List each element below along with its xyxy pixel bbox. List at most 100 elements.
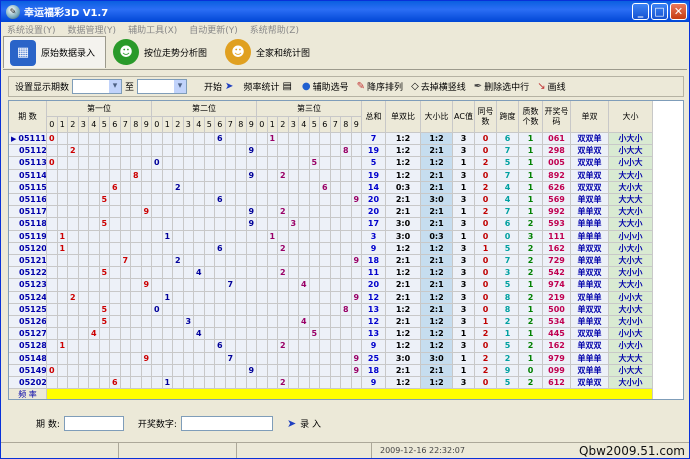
tab-data-entry[interactable]: ▦ 原始数据录入 <box>3 36 107 68</box>
period-to-select[interactable] <box>137 79 188 94</box>
menu-aux-tools[interactable]: 辅助工具(X) <box>122 22 183 36</box>
period-from-select[interactable] <box>72 79 123 94</box>
menu-auto-update[interactable]: 自动更新(Y) <box>183 22 244 36</box>
digit-cell <box>225 340 236 353</box>
digit-cell <box>99 255 110 268</box>
col-position-1[interactable]: 第一位 <box>47 101 152 117</box>
digit-cell <box>78 340 89 353</box>
digit-cell <box>194 206 205 219</box>
col-ac[interactable]: AC值 <box>453 101 475 133</box>
table-row[interactable]: 05123 9 7 4 20 2:1 2:1 3 0 5 1 974 单单双 大大小 <box>9 279 653 292</box>
menu-data-management[interactable]: 数据管理(Y) <box>62 22 123 36</box>
sum-cell: 13 <box>362 328 386 341</box>
data-grid[interactable]: 期 数第一位 第二位 第三位 总和 单双比 大小比 AC值 同号数 跨度 质数个数 开奖号码 单双 大小… <box>8 100 684 400</box>
table-row[interactable]: 05122 5 4 2 11 1:2 1:2 3 0 3 2 542 单双双 大小小 <box>9 267 653 280</box>
col-prime[interactable]: 质数个数 <box>519 101 543 133</box>
col-position-3[interactable]: 第三位 <box>257 101 362 117</box>
digit-cell <box>267 364 278 377</box>
table-row[interactable]: 05117 9 9 2 20 2:1 2:1 1 2 7 1 992 单单双 大大小 <box>9 206 653 219</box>
digit-cell <box>78 206 89 219</box>
col-period[interactable]: 期 数 <box>9 101 47 133</box>
table-row[interactable]: 05124 2 1 9 12 2:1 1:2 3 0 8 2 219 双单单 小小大 <box>9 291 653 304</box>
table-row[interactable]: 05118 5 9 3 17 3:0 2:1 3 0 6 2 593 单单单 大大小 <box>9 218 653 231</box>
table-row[interactable]: 05126 5 3 4 12 2:1 1:2 3 1 2 2 534 单单双 大小小 <box>9 316 653 329</box>
table-row[interactable]: 05148 9 7 9 25 3:0 3:0 1 2 2 1 979 单单单 大大大 <box>9 352 653 365</box>
table-row[interactable]: 05149 0 9 9 18 2:1 2:1 1 2 9 0 099 双单单 小大大 <box>9 364 653 377</box>
minimize-button[interactable]: _ <box>632 3 649 20</box>
sort-desc-button[interactable]: ✎ 降序排列 <box>357 80 403 93</box>
digit-cell <box>341 279 352 292</box>
digit-cell <box>320 377 331 390</box>
table-row[interactable]: 05113 0 0 5 5 1:2 1:2 1 2 5 1 005 双双单 小小大 <box>9 157 653 170</box>
col-num[interactable]: 开奖号码 <box>543 101 571 133</box>
digit-cell <box>162 218 173 231</box>
table-row[interactable]: 05120 1 6 2 9 1:2 1:2 3 1 5 2 162 单双双 小大小 <box>9 242 653 255</box>
freq-stats-button[interactable]: 频率统计 ▤ <box>243 80 293 93</box>
prime-cell: 1 <box>519 169 543 182</box>
table-row[interactable]: 05114 8 9 2 19 1:2 2:1 3 0 7 1 892 双单双 大大小 <box>9 169 653 182</box>
table-row[interactable]: 05116 5 6 9 20 2:1 3:0 3 0 4 1 569 单双单 大大大 <box>9 194 653 207</box>
col-sd[interactable]: 单双 <box>571 101 609 133</box>
delete-row-button[interactable]: ✒ 删除选中行 <box>474 80 529 93</box>
table-row[interactable]: ▶ 05111 0 6 1 7 1:2 1:2 3 0 6 1 061 双双单 小大小 <box>9 133 653 146</box>
table-row[interactable]: 05125 5 0 8 13 1:2 2:1 3 0 8 1 500 单双双 大小大 <box>9 303 653 316</box>
table-row[interactable]: 05128 1 6 2 9 1:2 1:2 3 0 5 2 162 单双双 小大小 <box>9 340 653 353</box>
col-oe[interactable]: 单双比 <box>386 101 421 133</box>
digit-header: 8 <box>341 117 352 133</box>
hide-lines-button[interactable]: ◇ 去掉横竖线 <box>411 80 466 93</box>
table-row[interactable]: 05127 4 4 5 13 1:2 1:2 1 2 1 1 445 双双单 小小大 <box>9 328 653 341</box>
tab-position-trend[interactable]: ☻ 按位走势分析图 <box>106 36 219 68</box>
title-bar[interactable]: ✎ 幸运福彩3D V1.7 _ □ ✕ <box>1 1 689 22</box>
digit-cell <box>68 340 79 353</box>
close-button[interactable]: ✕ <box>670 3 687 20</box>
hit-digit-cell: 1 <box>162 291 173 304</box>
span-cell: 6 <box>497 218 519 231</box>
digit-cell <box>288 377 299 390</box>
col-bs[interactable]: 大小比 <box>421 101 453 133</box>
digit-cell <box>341 206 352 219</box>
enter-button[interactable]: ➤ 录 入 <box>287 417 321 430</box>
table-row[interactable]: 05121 7 2 9 18 2:1 2:1 3 0 7 2 729 单双单 大小大 <box>9 255 653 268</box>
tab-sum-stats[interactable]: ☻ 全家和统计图 <box>218 36 322 68</box>
hit-digit-cell: 6 <box>215 133 226 146</box>
status-datetime: 2009-12-16 22:32:07 <box>380 446 465 455</box>
sum-cell: 5 <box>362 157 386 170</box>
table-row[interactable]: 05202 6 1 2 9 1:2 1:2 3 0 5 2 612 双单双 大小小 <box>9 377 653 390</box>
digit-cell <box>267 328 278 341</box>
col-same[interactable]: 同号数 <box>475 101 497 133</box>
period-cell: 05115 <box>9 181 47 194</box>
menu-help[interactable]: 系统帮助(Z) <box>244 22 305 36</box>
draw-line-button[interactable]: ↘ 画线 <box>537 80 565 93</box>
digit-cell <box>120 267 131 280</box>
aux-select-button[interactable]: ● 辅助选号 <box>302 80 349 93</box>
table-row[interactable]: 05115 6 2 6 14 0:3 2:1 1 2 4 1 626 双双双 大小大 <box>9 181 653 194</box>
col-sum[interactable]: 总和 <box>362 101 386 133</box>
menu-system-settings[interactable]: 系统设置(Y) <box>1 22 62 36</box>
digit-cell <box>173 291 184 304</box>
digit-cell <box>351 181 362 194</box>
digit-cell <box>341 316 352 329</box>
digit-cell <box>309 169 320 182</box>
col-dx[interactable]: 大小 <box>609 101 653 133</box>
col-span[interactable]: 跨度 <box>497 101 519 133</box>
num-cell: 992 <box>543 206 571 219</box>
digit-cell <box>299 181 310 194</box>
table-row[interactable]: 05119 1 1 1 3 3:0 0:3 1 0 0 3 111 单单单 小小小 <box>9 230 653 243</box>
digit-cell <box>141 230 152 243</box>
oe-cell: 1:2 <box>386 169 421 182</box>
bs-cell: 3:0 <box>421 352 453 365</box>
digit-cell <box>89 157 100 170</box>
maximize-button[interactable]: □ <box>651 3 668 20</box>
table-row[interactable]: 05112 2 9 8 19 1:2 2:1 3 0 7 1 298 双单双 小大大 <box>9 145 653 158</box>
arrow-right-icon: ➤ <box>286 416 297 430</box>
digit-cell <box>299 364 310 377</box>
numbers-entry-input[interactable] <box>180 415 273 431</box>
period-entry-input[interactable] <box>63 415 124 431</box>
digit-cell <box>330 352 341 365</box>
digit-cell <box>288 133 299 146</box>
col-position-2[interactable]: 第二位 <box>152 101 257 117</box>
ac-cell: 3 <box>453 316 475 329</box>
hit-digit-cell: 4 <box>194 328 205 341</box>
start-button[interactable]: 开始 ➤ <box>204 80 235 93</box>
app-icon: ✎ <box>6 4 20 19</box>
